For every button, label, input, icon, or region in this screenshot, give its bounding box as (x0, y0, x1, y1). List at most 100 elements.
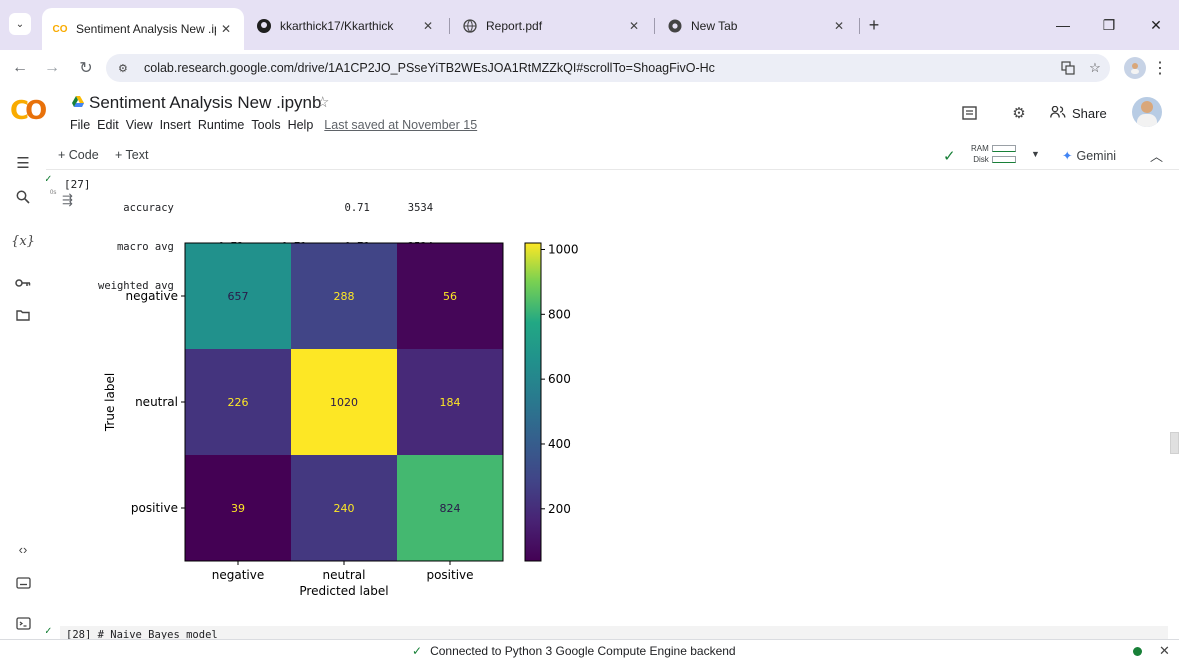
profile-avatar-icon[interactable] (1124, 57, 1146, 79)
cell-value-label: 39 (231, 502, 245, 515)
back-arrow-icon[interactable]: ← (6, 54, 34, 82)
cell-run-status-icon: ✓ (46, 626, 53, 637)
colab-favicon-icon: CO (52, 23, 68, 35)
tab-close-icon[interactable]: ✕ (624, 19, 644, 33)
colorbar-tick-label: 1000 (548, 242, 579, 256)
files-folder-icon[interactable] (0, 302, 46, 328)
table-of-contents-icon[interactable]: ☰ (0, 150, 46, 176)
cell-value-label: 226 (228, 396, 249, 409)
collapse-chevron-up-icon[interactable]: ︿ (1150, 146, 1163, 165)
url-text[interactable]: colab.research.google.com/drive/1A1CP2JO… (144, 61, 715, 75)
share-button[interactable]: Share (1050, 100, 1107, 126)
connection-status[interactable]: ✓ Connected to Python 3 Google Compute En… (412, 644, 736, 658)
disk-label: Disk (973, 155, 989, 164)
new-tab-button[interactable]: + (862, 13, 886, 37)
translate-icon[interactable] (1056, 54, 1080, 82)
secrets-key-icon[interactable] (0, 270, 46, 296)
search-icon[interactable] (0, 184, 46, 210)
browser-menu-icon[interactable]: ⋮ (1152, 58, 1168, 78)
address-bar[interactable]: ⚙ colab.research.google.com/drive/1A1CP2… (106, 54, 1110, 82)
cell-value-label: 184 (440, 396, 461, 409)
browser-tab-strip: ⌄ CO Sentiment Analysis New .ipynb ✕ kka… (0, 0, 1179, 50)
next-code-cell[interactable]: [28] # Naive Bayes model (60, 626, 1168, 639)
settings-gear-icon[interactable]: ⚙ (1006, 100, 1032, 126)
star-icon[interactable]: ☆ (316, 93, 329, 111)
report-line: accuracy 0.71 3534 (98, 202, 434, 214)
command-palette-icon[interactable] (0, 570, 46, 596)
tab-report-pdf[interactable]: Report.pdf ✕ (452, 8, 652, 44)
x-tick-label: positive (426, 568, 473, 582)
forward-arrow-icon[interactable]: → (38, 54, 66, 82)
notebook-toolbar: + Code + Text ✓ RAM Disk ▼ ✦ Gemini ︿ (46, 142, 1179, 170)
gemini-button[interactable]: ✦ Gemini (1062, 148, 1116, 163)
tab-title: kkarthick17/Kkarthick (280, 19, 394, 33)
disk-bar (991, 156, 1016, 164)
x-tick-label: negative (212, 568, 264, 582)
cell-value-label: 288 (334, 290, 355, 303)
status-bar: ✓ Connected to Python 3 Google Compute En… (0, 639, 1179, 661)
notebook-title[interactable]: Sentiment Analysis New .ipynb (89, 93, 321, 113)
google-drive-icon[interactable] (71, 95, 85, 109)
colorbar-tick-label: 800 (548, 307, 571, 321)
menu-insert[interactable]: Insert (160, 118, 191, 132)
ram-bar (991, 145, 1016, 153)
minimize-button[interactable]: — (1040, 14, 1086, 36)
tab-close-icon[interactable]: ✕ (216, 22, 236, 36)
tab-colab-notebook[interactable]: CO Sentiment Analysis New .ipynb ✕ (42, 8, 244, 50)
reload-icon[interactable]: ↻ (72, 54, 100, 82)
tab-close-icon[interactable]: ✕ (418, 19, 438, 33)
menu-tools[interactable]: Tools (251, 118, 280, 132)
window-close-button[interactable]: ✕ (1133, 14, 1179, 36)
x-tick-label: neutral (323, 568, 366, 582)
user-avatar[interactable] (1132, 97, 1162, 127)
gemini-sparkle-icon: ✦ (1062, 149, 1073, 163)
execution-count[interactable]: [27] (64, 178, 91, 191)
terminal-icon[interactable] (0, 610, 46, 636)
last-saved-link[interactable]: Last saved at November 15 (324, 118, 477, 132)
colab-logo-icon[interactable]: CO (10, 96, 47, 126)
gemini-label: Gemini (1076, 149, 1117, 163)
next-cell-code: [28] # Naive Bayes model (66, 629, 218, 639)
confusion-matrix-chart: 657 288 56 226 1020 184 39 240 824 negative neutra… (103, 242, 579, 598)
add-text-button[interactable]: + Text (115, 148, 148, 162)
colorbar-tick-label: 600 (548, 372, 571, 386)
chrome-favicon-icon (667, 18, 683, 34)
tab-title: New Tab (691, 19, 738, 33)
menu-runtime[interactable]: Runtime (198, 118, 245, 132)
code-snippets-icon[interactable]: ‹› (0, 536, 46, 562)
variables-icon[interactable]: {x} (0, 228, 46, 254)
tab-search-chevron-icon[interactable]: ⌄ (9, 13, 31, 35)
connected-check-icon: ✓ (412, 644, 423, 658)
menu-file[interactable]: File (70, 118, 90, 132)
tab-separator (859, 18, 860, 34)
github-favicon-icon (256, 18, 272, 34)
cell-run-status-icon: ✓ (46, 174, 53, 185)
status-dot-icon (1133, 647, 1142, 656)
globe-favicon-icon (462, 18, 478, 34)
cell-value-label: 56 (443, 290, 457, 303)
cell-value-label: 657 (228, 290, 249, 303)
restore-button[interactable]: ❐ (1086, 14, 1132, 36)
tab-new-tab[interactable]: New Tab ✕ (657, 8, 857, 44)
cell-value-label: 824 (440, 502, 461, 515)
left-sidebar: ☰ {x} ‹› (0, 142, 46, 639)
vertical-scrollbar-thumb[interactable] (1170, 432, 1179, 454)
status-close-icon[interactable]: ✕ (1159, 643, 1170, 659)
tab-github[interactable]: kkarthick17/Kkarthick ✕ (246, 8, 446, 44)
add-code-button[interactable]: + Code (58, 148, 99, 162)
menu-edit[interactable]: Edit (97, 118, 119, 132)
y-tick-label: neutral (135, 395, 178, 409)
menu-bar: File Edit View Insert Runtime Tools Help… (70, 118, 484, 132)
site-settings-icon[interactable]: ⚙ (118, 62, 138, 75)
resource-monitor[interactable]: RAM Disk (971, 143, 1016, 165)
menu-help[interactable]: Help (288, 118, 314, 132)
menu-view[interactable]: View (126, 118, 153, 132)
connection-message: Connected to Python 3 Google Compute Eng… (430, 644, 736, 658)
runtime-dropdown-icon[interactable]: ▼ (1031, 149, 1040, 159)
x-axis-label: Predicted label (299, 584, 388, 598)
bookmark-star-icon[interactable]: ☆ (1084, 54, 1106, 82)
tab-close-icon[interactable]: ✕ (829, 19, 849, 33)
output-actions-icon[interactable]: ⇶ (62, 192, 73, 208)
colab-header: CO Sentiment Analysis New .ipynb ☆ File … (0, 86, 1179, 142)
comments-icon[interactable] (956, 100, 982, 126)
